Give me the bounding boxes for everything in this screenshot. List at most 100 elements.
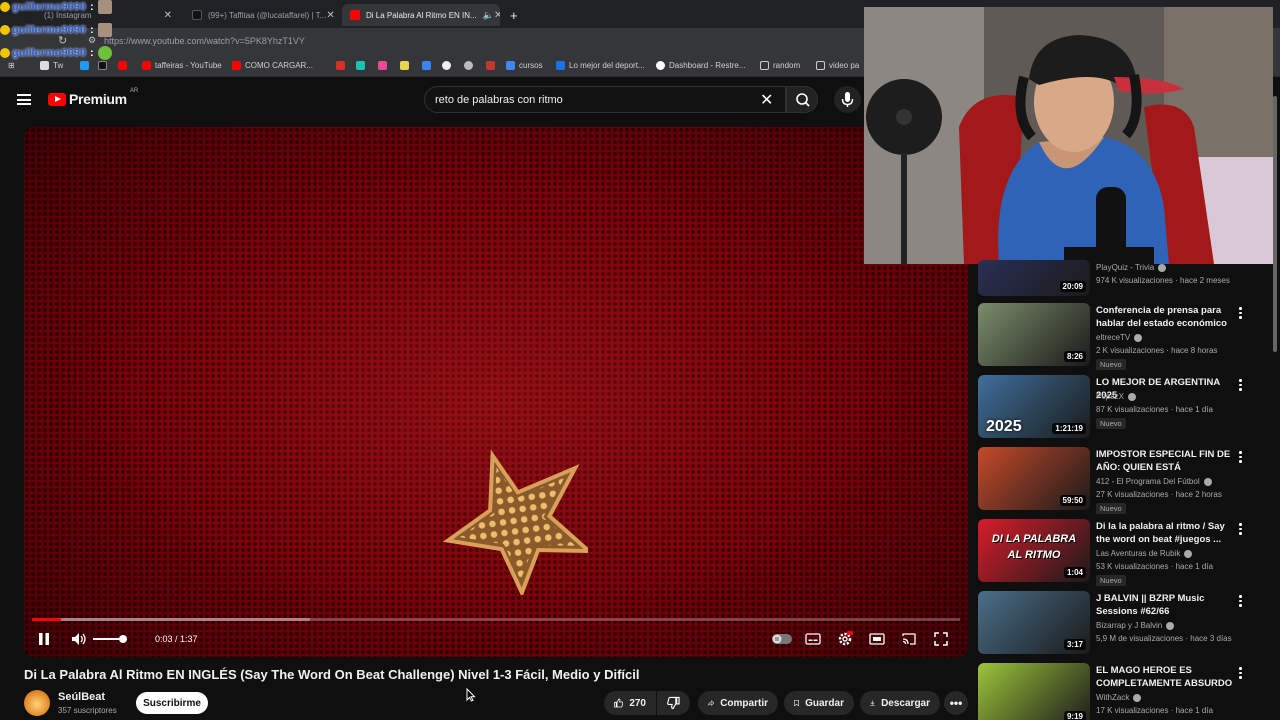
recommendation-item[interactable]: 8:26 Conferencia de prensa para hablar de… bbox=[978, 303, 1270, 370]
voice-search-button[interactable] bbox=[834, 86, 861, 113]
recommendation-item[interactable]: 9:19 EL MAGO HEROE ES COMPLETAMENTE ABSUR… bbox=[978, 663, 1270, 720]
pause-button[interactable] bbox=[36, 630, 52, 648]
like-button[interactable]: 270 bbox=[604, 691, 656, 715]
video-thumbnail[interactable]: 20:09 bbox=[978, 260, 1090, 296]
clear-search-icon[interactable]: ✕ bbox=[760, 90, 773, 110]
new-tab-button[interactable]: + bbox=[502, 4, 524, 26]
mute-button[interactable] bbox=[70, 630, 88, 648]
recommendation-title[interactable]: IMPOSTOR ESPECIAL FIN DE AÑO: QUIEN ESTÁ… bbox=[1096, 448, 1236, 474]
bookmark-dashboard[interactable]: Dashboard - Restre... bbox=[656, 61, 745, 70]
bookmark-taffeiras[interactable]: taffeiras - YouTube bbox=[142, 61, 222, 70]
bookmark-icon-blue[interactable] bbox=[422, 61, 435, 70]
close-tab-icon[interactable]: ✕ bbox=[164, 10, 172, 21]
video-thumbnail[interactable]: 3:17 bbox=[978, 591, 1090, 654]
video-thumbnail[interactable]: 9:19 bbox=[978, 663, 1090, 720]
recommendation-item[interactable]: 2025 1:21:19 LO MEJOR DE ARGENTINA 2025 Pep… bbox=[978, 375, 1270, 441]
search-input[interactable]: reto de palabras con ritmo bbox=[424, 86, 786, 113]
close-tab-icon[interactable]: ✕ bbox=[494, 10, 500, 21]
duration-badge: 8:26 bbox=[1063, 351, 1086, 362]
bookmark-lo-mejor[interactable]: Lo mejor del deport... bbox=[556, 61, 645, 70]
badge-icon bbox=[0, 48, 10, 58]
recommendation-title[interactable]: Conferencia de prensa para hablar del es… bbox=[1096, 304, 1236, 330]
recommendation-meta: 87 K visualizaciones · hace 1 día bbox=[1096, 405, 1213, 414]
volume-slider[interactable] bbox=[92, 630, 128, 648]
buffer-bar bbox=[32, 618, 311, 621]
bookmark-icon-yellow[interactable] bbox=[400, 61, 413, 70]
url-field[interactable]: https://www.youtube.com/watch?v=5PK8YhzT… bbox=[104, 36, 305, 46]
recommendation-channel[interactable]: Bizarrap y J Balvin bbox=[1096, 621, 1175, 630]
bookmark-icon-p[interactable] bbox=[356, 61, 369, 70]
recommendation-channel[interactable]: WithZack bbox=[1096, 693, 1142, 702]
page-scrollbar[interactable] bbox=[1272, 84, 1278, 720]
recommendation-channel[interactable]: PlayQuiz - Trivia bbox=[1096, 263, 1167, 272]
autoplay-toggle[interactable] bbox=[772, 630, 792, 648]
recommendation-channel[interactable]: eltreceTV bbox=[1096, 333, 1143, 342]
more-vert-icon[interactable] bbox=[1239, 307, 1243, 319]
video-thumbnail[interactable]: DI LA PALABRA AL RITMO 1:04 bbox=[978, 519, 1090, 582]
bookmark-folder-random[interactable]: random bbox=[760, 61, 800, 70]
bookmark-icon-gmail[interactable] bbox=[336, 61, 349, 70]
bookmark-icon bbox=[794, 699, 799, 707]
menu-icon[interactable] bbox=[17, 94, 31, 105]
cast-button[interactable] bbox=[900, 630, 918, 648]
subscribe-button[interactable]: Suscribirme bbox=[136, 692, 208, 714]
progress-bar[interactable] bbox=[32, 618, 960, 621]
subtitles-button[interactable] bbox=[804, 630, 822, 648]
bookmark-icon-gear[interactable] bbox=[464, 61, 477, 70]
tab-taffitaa[interactable]: (99+) Taffitaa (@lucataffarel) | T... ✕ bbox=[184, 4, 340, 26]
bookmark-cursos[interactable]: cursos bbox=[506, 61, 543, 70]
dislike-button[interactable] bbox=[657, 691, 690, 715]
recommendation-item[interactable]: 59:50 IMPOSTOR ESPECIAL FIN DE AÑO: QUIEN… bbox=[978, 447, 1270, 514]
miniplayer-button[interactable] bbox=[868, 630, 886, 648]
chat-username: guillermo9090 bbox=[12, 24, 86, 36]
scrollbar-thumb[interactable] bbox=[1273, 96, 1277, 352]
bookmark-icon-news[interactable] bbox=[378, 61, 391, 70]
more-vert-icon[interactable] bbox=[1239, 451, 1243, 463]
verified-icon bbox=[1134, 333, 1143, 342]
recommendation-channel[interactable]: 412 - El Programa Del Fútbol bbox=[1096, 477, 1212, 486]
search-button[interactable] bbox=[786, 86, 818, 113]
speaker-icon[interactable]: 🔈 bbox=[483, 10, 494, 21]
recommendation-title[interactable]: J BALVIN || BZRP Music Sessions #62/66 bbox=[1096, 592, 1236, 618]
tiktok-favicon-icon bbox=[192, 10, 202, 20]
close-tab-icon[interactable]: ✕ bbox=[326, 10, 334, 21]
recommendation-title[interactable]: EL MAGO HEROE ES COMPLETAMENTE ABSURDO bbox=[1096, 664, 1236, 690]
share-button[interactable]: Compartir bbox=[698, 691, 778, 715]
streamer-webcam-image bbox=[864, 7, 1273, 264]
video-player[interactable]: 0:03 / 1:37 bbox=[24, 127, 968, 657]
settings-button[interactable] bbox=[836, 630, 854, 648]
bookmark-icon-white[interactable] bbox=[442, 61, 455, 70]
more-vert-icon[interactable] bbox=[1239, 595, 1243, 607]
brand-label: Premium bbox=[69, 91, 127, 107]
download-button[interactable]: Descargar bbox=[860, 691, 940, 715]
bookmark-como-cargar[interactable]: COMO CARGAR... bbox=[232, 61, 313, 70]
bookmark-icon-tiktok[interactable] bbox=[98, 61, 111, 70]
more-vert-icon[interactable] bbox=[1239, 523, 1243, 535]
youtube-premium-logo[interactable]: Premium AR bbox=[48, 88, 138, 107]
bookmark-icon-yt[interactable] bbox=[118, 61, 131, 70]
video-thumbnail[interactable]: 59:50 bbox=[978, 447, 1090, 510]
thumbs-up-icon bbox=[614, 698, 624, 708]
verified-icon bbox=[1158, 263, 1167, 272]
screen: (1) Instagram ✕ (99+) Taffitaa (@lucataf… bbox=[0, 0, 1280, 720]
more-actions-button[interactable]: ••• bbox=[944, 691, 968, 715]
save-button[interactable]: Guardar bbox=[784, 691, 854, 715]
recommendation-channel[interactable]: Las Aventuras de Rubik bbox=[1096, 549, 1193, 558]
video-thumbnail[interactable]: 8:26 bbox=[978, 303, 1090, 366]
bookmark-tw[interactable]: Tw bbox=[40, 61, 63, 70]
apps-grid-icon[interactable]: ⊞ bbox=[8, 61, 15, 70]
bookmark-icon-x[interactable] bbox=[80, 61, 93, 70]
bookmark-folder-video[interactable]: video pa bbox=[816, 61, 859, 70]
channel-avatar[interactable] bbox=[24, 690, 50, 716]
video-thumbnail[interactable]: 2025 1:21:19 bbox=[978, 375, 1090, 438]
bookmark-icon-shield[interactable] bbox=[486, 61, 499, 70]
recommendation-channel[interactable]: PepazX bbox=[1096, 392, 1137, 401]
more-vert-icon[interactable] bbox=[1239, 379, 1243, 391]
channel-name[interactable]: SeúlBeat bbox=[58, 691, 105, 703]
tab-youtube-video[interactable]: Di La Palabra Al Ritmo EN IN... 🔈 ✕ bbox=[342, 4, 500, 26]
more-vert-icon[interactable] bbox=[1239, 667, 1243, 679]
recommendation-title[interactable]: Di la la palabra al ritmo / Say the word… bbox=[1096, 520, 1236, 546]
fullscreen-button[interactable] bbox=[932, 630, 950, 648]
recommendation-item[interactable]: DI LA PALABRA AL RITMO 1:04 Di la la palab… bbox=[978, 519, 1270, 586]
recommendation-item[interactable]: 3:17 J BALVIN || BZRP Music Sessions #62/… bbox=[978, 591, 1270, 657]
